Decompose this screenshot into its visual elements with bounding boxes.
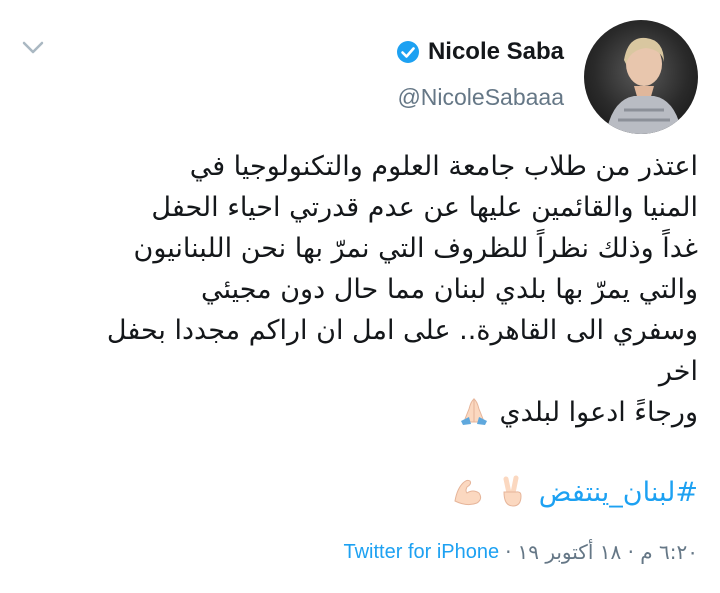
tweet-text-line: اخر <box>658 356 698 387</box>
source-link[interactable]: Twitter for iPhone <box>344 541 500 564</box>
avatar[interactable] <box>584 20 698 134</box>
tweet-text-line: غداً وذلك نظراً للظروف التي نمرّ بها نحن… <box>133 233 698 264</box>
tweet-text-line: ورجاءً ادعوا لبلدي <box>18 392 698 433</box>
tweet-text-line: وسفري الى القاهرة.. على امل ان اراكم مجد… <box>106 315 698 346</box>
meta-separator: · <box>505 540 512 564</box>
display-name[interactable]: Nicole Saba <box>428 38 564 66</box>
flexed-biceps-emoji <box>454 479 481 506</box>
user-handle[interactable]: @NicoleSabaaa <box>397 84 564 111</box>
tweet-card: Nicole Saba @NicoleSabaaa اعتذر من طلاب … <box>0 0 720 593</box>
tweet-text-line: اعتذر من طلاب جامعة العلوم والتكنولوجيا … <box>189 151 698 182</box>
author-row[interactable]: Nicole Saba <box>396 36 564 68</box>
folded-hands-emoji <box>460 398 487 425</box>
tweet-text-line: والتي يمرّ بها بلدي لبنان مما حال دون مج… <box>200 274 698 305</box>
hashtag-link[interactable]: #لبنان_ينتفض <box>539 477 698 508</box>
tweet-text-line: المنيا والقائمين عليها عن عدم قدرتي احيا… <box>151 192 698 223</box>
timestamp[interactable]: ٦:٢٠ م · ١٨ أكتوبر ١٩ <box>517 540 698 564</box>
victory-hand-emoji <box>503 475 522 507</box>
tweet-meta: Twitter for iPhone · ٦:٢٠ م · ١٨ أكتوبر … <box>344 540 699 564</box>
tweet-text-line-content: ورجاءً ادعوا لبلدي <box>499 397 698 428</box>
tweet-text: اعتذر من طلاب جامعة العلوم والتكنولوجيا … <box>18 146 698 433</box>
hashtag-line: #لبنان_ينتفض <box>451 475 698 509</box>
verified-badge-icon <box>396 41 419 63</box>
chevron-down-icon[interactable] <box>18 36 48 60</box>
